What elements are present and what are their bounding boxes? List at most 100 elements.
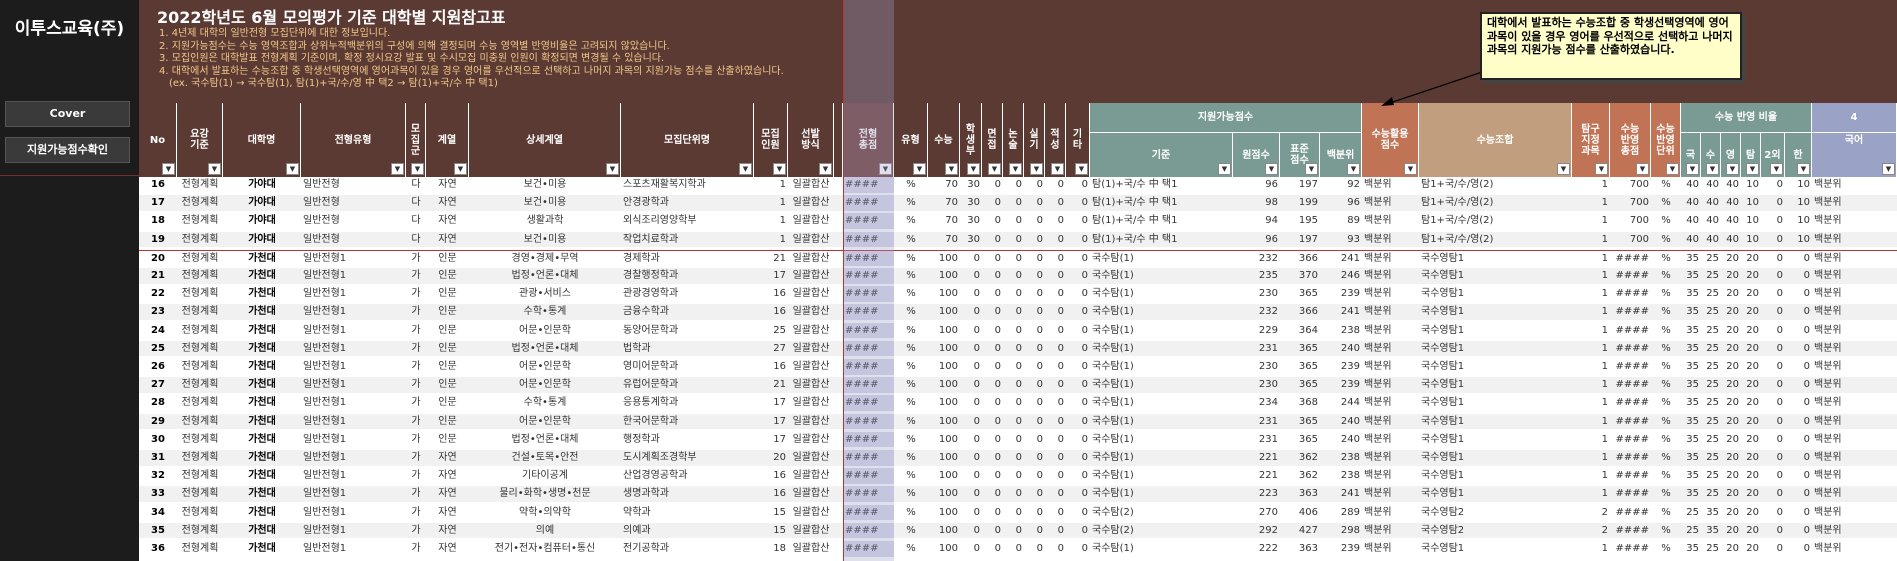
cell-interview[interactable]: 0 [982, 395, 1003, 411]
table-row[interactable]: 26 전형계획 가천대 일반전형1 가 인문 어문•인문학 영미어문학과 16 일괄합산 ####%… [139, 359, 1897, 375]
cell-std[interactable]: 365 [1280, 286, 1320, 302]
cell-no[interactable]: 22 [139, 286, 177, 302]
cell-unit2[interactable]: % [1651, 323, 1681, 339]
cell-detail[interactable]: 어문•인문학 [469, 359, 621, 375]
cell-pct[interactable]: 239 [1320, 286, 1362, 302]
cell-unit[interactable]: 경제학과 [621, 251, 754, 267]
cell-eng[interactable]: 20 [1721, 341, 1741, 357]
cell-raw[interactable]: 230 [1233, 286, 1280, 302]
cell-aptitude[interactable]: 0 [1045, 177, 1066, 193]
cell-practical[interactable]: 0 [1024, 323, 1045, 339]
cell-unit[interactable]: 한국어문학과 [621, 414, 754, 430]
cell-gun[interactable]: 가 [406, 251, 426, 267]
cell-use[interactable]: 백분위 [1362, 177, 1419, 193]
cell-kor[interactable]: 35 [1681, 251, 1701, 267]
cell-aptitude[interactable]: 0 [1045, 432, 1066, 448]
cell-guide[interactable]: 전형계획 [177, 195, 223, 211]
cell-tam[interactable]: 1 [1572, 213, 1610, 229]
cell-unit[interactable]: 전기공학과 [621, 541, 754, 557]
cell-std[interactable]: 364 [1280, 323, 1320, 339]
cell-field[interactable]: 자연 [426, 523, 469, 539]
cell-school[interactable]: 30 [960, 213, 982, 229]
cell-math[interactable]: 40 [1701, 232, 1721, 248]
cell-practical[interactable]: 0 [1024, 232, 1045, 248]
cell-basis[interactable]: 탐(1)+국/수 中 택1 [1090, 213, 1233, 229]
cell-tamc[interactable]: 20 [1741, 432, 1761, 448]
cell-no[interactable]: 35 [139, 523, 177, 539]
cell-aptitude[interactable]: 0 [1045, 468, 1066, 484]
cell-k2[interactable]: 백분위 [1812, 468, 1897, 484]
cell-essay[interactable]: 0 [1003, 505, 1024, 521]
cell-hist[interactable]: 0 [1785, 541, 1812, 557]
cell-std[interactable]: 365 [1280, 359, 1320, 375]
filter-dropdown-icon[interactable]: ▼ [1706, 163, 1719, 175]
cell-type[interactable]: 일반전형1 [301, 286, 406, 302]
cell-univ[interactable]: 가천대 [223, 286, 301, 302]
cell-essay[interactable]: 0 [1003, 541, 1024, 557]
cell-guide[interactable]: 전형계획 [177, 450, 223, 466]
cell-type[interactable]: 일반전형1 [301, 505, 406, 521]
cell-std[interactable]: 366 [1280, 304, 1320, 320]
cell-basis[interactable]: 국수탐(1) [1090, 323, 1233, 339]
cell-school[interactable]: 0 [960, 251, 982, 267]
cell-suneung[interactable]: 100 [928, 432, 960, 448]
cell-univ[interactable]: 가야대 [223, 232, 301, 248]
cell-no[interactable]: 32 [139, 468, 177, 484]
cell-kind[interactable]: % [894, 541, 928, 557]
cell-no[interactable]: 26 [139, 359, 177, 375]
cell-kor[interactable]: 25 [1681, 505, 1701, 521]
cell-cnt[interactable]: 16 [754, 304, 788, 320]
cell-etc[interactable]: 0 [1066, 486, 1090, 502]
cell-unit2[interactable]: % [1651, 359, 1681, 375]
cell-school[interactable]: 0 [960, 468, 982, 484]
cell-tamc[interactable]: 20 [1741, 323, 1761, 339]
cell-school[interactable]: 0 [960, 341, 982, 357]
cell-essay[interactable]: 0 [1003, 414, 1024, 430]
cell-tot2[interactable]: #### [1610, 414, 1651, 430]
cell-interview[interactable]: 0 [982, 177, 1003, 193]
cell-aptitude[interactable]: 0 [1045, 505, 1066, 521]
cell-gun[interactable]: 가 [406, 395, 426, 411]
cell-essay[interactable]: 0 [1003, 323, 1024, 339]
cell-unit2[interactable]: % [1651, 251, 1681, 267]
cell-combo[interactable]: 탐1+국/수/영(2) [1419, 232, 1572, 248]
cell-univ[interactable]: 가천대 [223, 468, 301, 484]
cell-essay[interactable]: 0 [1003, 341, 1024, 357]
cell-kind[interactable]: % [894, 232, 928, 248]
cell-raw[interactable]: 232 [1233, 304, 1280, 320]
cell-gun[interactable]: 가 [406, 304, 426, 320]
cell-aptitude[interactable]: 0 [1045, 523, 1066, 539]
cell-aptitude[interactable]: 0 [1045, 213, 1066, 229]
filter-dropdown-icon[interactable]: ▼ [1265, 163, 1278, 175]
cell-detail[interactable]: 어문•인문학 [469, 323, 621, 339]
cell-use[interactable]: 백분위 [1362, 450, 1419, 466]
cell-type[interactable]: 일반전형1 [301, 304, 406, 320]
cell-field[interactable]: 인문 [426, 414, 469, 430]
cell-cnt[interactable]: 15 [754, 505, 788, 521]
cell-std[interactable]: 199 [1280, 195, 1320, 211]
cell-tot2[interactable]: #### [1610, 468, 1651, 484]
cell-combo[interactable]: 국수영탐1 [1419, 359, 1572, 375]
cell-pct[interactable]: 238 [1320, 468, 1362, 484]
cell-sec[interactable]: 0 [1761, 323, 1785, 339]
cell-type[interactable]: 일반전형1 [301, 432, 406, 448]
cell-cnt[interactable]: 16 [754, 486, 788, 502]
cell-hist[interactable]: 0 [1785, 251, 1812, 267]
cell-tam[interactable]: 1 [1572, 414, 1610, 430]
cell-univ[interactable]: 가천대 [223, 268, 301, 284]
cell-kind[interactable]: % [894, 341, 928, 357]
cell-math[interactable]: 25 [1701, 251, 1721, 267]
cell-math[interactable]: 25 [1701, 541, 1721, 557]
filter-dropdown-icon[interactable]: ▼ [1347, 163, 1360, 175]
cell-interview[interactable]: 0 [982, 232, 1003, 248]
cell-eng[interactable]: 40 [1721, 213, 1741, 229]
cell-aptitude[interactable]: 0 [1045, 377, 1066, 393]
cell-detail[interactable]: 약학•의약학 [469, 505, 621, 521]
cell-field[interactable]: 자연 [426, 505, 469, 521]
cell-gun[interactable]: 다 [406, 213, 426, 229]
cell-field[interactable]: 자연 [426, 486, 469, 502]
cell-pct[interactable]: 93 [1320, 232, 1362, 248]
table-row[interactable]: 23 전형계획 가천대 일반전형1 가 인문 수학•통계 금융수학과 16 일괄합산 ####% 10… [139, 304, 1897, 320]
cell-k2[interactable]: 백분위 [1812, 432, 1897, 448]
cell-tamc[interactable]: 20 [1741, 286, 1761, 302]
